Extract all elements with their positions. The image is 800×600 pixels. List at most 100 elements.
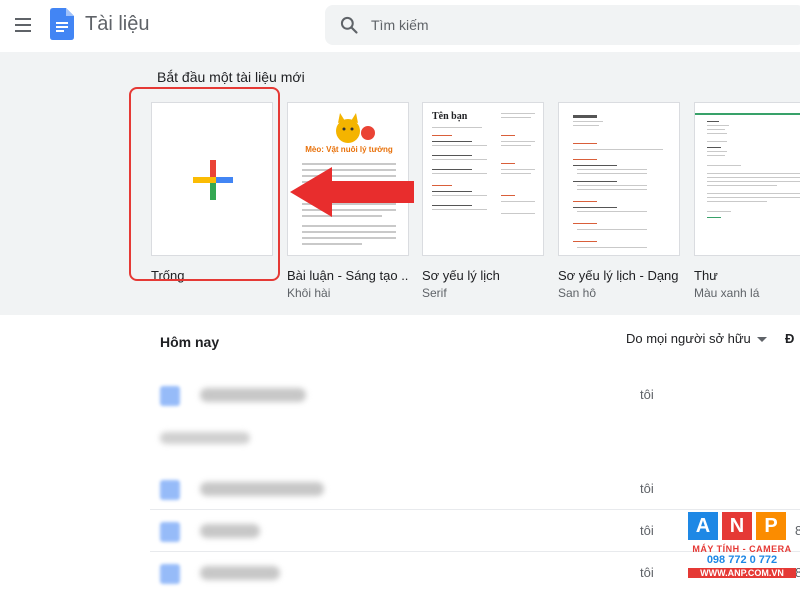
template-resume-coral[interactable]: Sơ yếu lý lịch - Dạng San hô [558, 102, 680, 300]
column-header-truncated[interactable]: Đ [785, 331, 794, 346]
text-line [501, 213, 535, 214]
text-line [573, 223, 597, 224]
text-line [501, 163, 515, 164]
text-line [573, 149, 663, 150]
hamburger-line [15, 30, 31, 32]
cat-illustration-icon [336, 113, 375, 143]
doc-row[interactable]: tôi [150, 374, 800, 416]
text-line [707, 141, 727, 142]
doc-name-redacted [200, 388, 306, 402]
text-line [302, 203, 396, 205]
template-thumbnail[interactable]: Tên bạn [422, 102, 544, 256]
doc-owner: tôi [640, 523, 654, 538]
text-line [573, 159, 597, 160]
docs-logo-icon[interactable] [50, 8, 74, 40]
doc-owner: tôi [640, 387, 654, 402]
text-line [501, 135, 515, 136]
template-subtitle: San hô [558, 286, 597, 300]
text-line [707, 201, 767, 202]
template-name: Sơ yếu lý lịch - Dạng [558, 268, 679, 283]
template-letter[interactable]: Thư Màu xanh lá [694, 102, 800, 300]
text-line [577, 173, 647, 174]
text-line [501, 169, 535, 170]
text-line [573, 143, 597, 144]
text-line [501, 173, 531, 174]
text-line [501, 145, 531, 146]
text-line [577, 189, 647, 190]
text-line [302, 175, 396, 177]
text-line [707, 121, 719, 122]
text-line [707, 155, 725, 156]
text-line [302, 163, 396, 165]
doc-icon [160, 386, 180, 406]
text-line [707, 125, 729, 126]
text-line [501, 195, 515, 196]
text-line [707, 147, 721, 148]
text-line [577, 169, 647, 170]
hamburger-line [15, 24, 31, 26]
text-line [302, 237, 396, 239]
text-line [432, 173, 487, 174]
plus-icon [193, 160, 233, 200]
text-line [432, 127, 482, 128]
text-line [432, 169, 472, 170]
text-line [577, 247, 647, 248]
text-line [432, 191, 472, 192]
text-line [707, 217, 721, 218]
hamburger-icon [15, 18, 31, 20]
template-name: Bài luận - Sáng tạo ... [287, 268, 409, 283]
template-thumbnail[interactable] [558, 102, 680, 256]
doc-name-redacted [200, 524, 260, 538]
anp-watermark-logo: A N P MÁY TÍNH - CAMERA 098 772 0 772 WW… [688, 512, 796, 594]
text-line [302, 181, 372, 183]
text-line [432, 195, 487, 196]
template-thumbnail[interactable]: Mèo: Vật nuôi lý tưởng [287, 102, 409, 256]
template-resume-serif[interactable]: Tên bạn Sơ yếu lý lịch Serif [422, 102, 544, 300]
text-line [573, 125, 599, 126]
recent-section-title: Hôm nay [160, 334, 220, 350]
search-input[interactable] [371, 5, 771, 45]
search-bar[interactable] [325, 5, 800, 45]
text-line [302, 197, 396, 199]
text-line [707, 173, 800, 174]
text-line [302, 225, 396, 227]
template-blank[interactable]: Trống [151, 102, 273, 286]
owner-filter-label: Do mọi người sở hữu [626, 331, 751, 346]
text-line [302, 243, 362, 245]
template-thumbnail[interactable] [151, 102, 273, 256]
app-title[interactable]: Tài liệu [85, 13, 149, 36]
text-line [573, 241, 597, 242]
watermark-letter: A [688, 512, 718, 540]
watermark-letter: N [722, 512, 752, 540]
template-essay[interactable]: Mèo: Vật nuôi lý tưởng Bài luận - Sáng t… [287, 102, 409, 300]
template-name: Trống [151, 268, 185, 283]
text-line [432, 141, 472, 142]
main-menu-button[interactable] [10, 12, 36, 38]
text-line [707, 177, 800, 178]
text-line [707, 181, 800, 182]
template-name: Thư [694, 268, 718, 283]
template-thumbnail[interactable] [694, 102, 800, 256]
text-line [432, 205, 472, 206]
text-line [707, 129, 725, 130]
text-line [302, 191, 396, 193]
text-line [707, 165, 741, 166]
search-icon[interactable] [339, 15, 359, 35]
text-line [573, 115, 597, 118]
owner-filter-dropdown[interactable]: Do mọi người sở hữu [626, 331, 767, 346]
text-line [707, 197, 800, 198]
doc-row[interactable]: tôi [150, 468, 800, 510]
watermark-website: WWW.ANP.COM.VN [688, 568, 796, 578]
text-line [573, 207, 617, 208]
top-bar: Tài liệu [0, 0, 800, 52]
text-line [501, 117, 531, 118]
template-subtitle: Khôi hài [287, 286, 331, 300]
doc-owner: tôi [640, 481, 654, 496]
doc-name-redacted [200, 566, 280, 580]
text-line [577, 211, 647, 212]
text-line [577, 229, 647, 230]
doc-icon [160, 480, 180, 500]
text-line [573, 121, 603, 122]
text-line [707, 193, 800, 194]
text-line [432, 159, 487, 160]
